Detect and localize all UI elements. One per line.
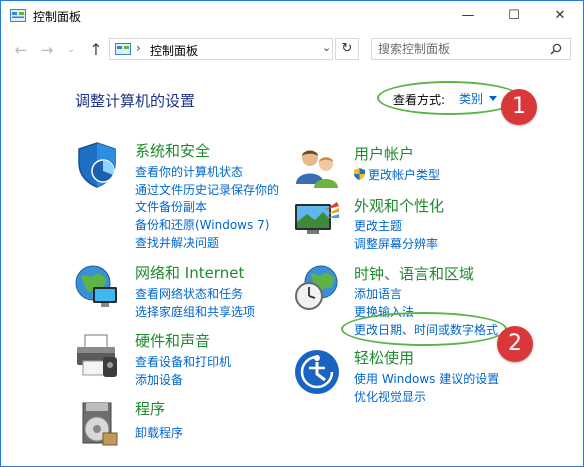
title-bar: 控制面板 — ☐ ✕ bbox=[1, 1, 583, 31]
control-panel-window: 控制面板 — ☐ ✕ ← → ⌄ ↑ › 控制面板 ⌄ ↻ 调整计算机的设置 查… bbox=[0, 0, 584, 467]
maximize-button[interactable]: ☐ bbox=[491, 1, 537, 31]
link-file-history-cont[interactable]: 文件备份副本 bbox=[135, 198, 207, 215]
ease-of-access-icon[interactable] bbox=[293, 348, 341, 396]
category-title-users[interactable]: 用户帐户 bbox=[354, 143, 414, 164]
breadcrumb-control-panel[interactable]: 控制面板 bbox=[150, 42, 198, 59]
security-shield-icon[interactable] bbox=[73, 141, 121, 189]
control-panel-icon bbox=[115, 43, 131, 55]
up-button[interactable]: ↑ bbox=[86, 40, 106, 60]
category-title-clock[interactable]: 时钟、语言和区域 bbox=[354, 263, 474, 284]
link-add-language[interactable]: 添加语言 bbox=[354, 285, 402, 302]
highlight-ellipse bbox=[377, 81, 521, 115]
search-input[interactable] bbox=[378, 41, 548, 57]
uac-shield-icon bbox=[354, 168, 365, 180]
link-change-theme[interactable]: 更改主题 bbox=[354, 217, 402, 234]
programs-disc-icon[interactable] bbox=[73, 399, 121, 447]
link-devices-printers[interactable]: 查看设备和打印机 bbox=[135, 353, 231, 370]
link-network-status[interactable]: 查看网络状态和任务 bbox=[135, 285, 243, 302]
window-title: 控制面板 bbox=[33, 10, 82, 24]
annotation-badge: 1 bbox=[501, 89, 537, 125]
page-title: 调整计算机的设置 bbox=[75, 92, 196, 110]
printer-icon[interactable] bbox=[73, 331, 121, 379]
link-homegroup[interactable]: 选择家庭组和共享选项 bbox=[135, 303, 255, 320]
link-uninstall-program[interactable]: 卸载程序 bbox=[135, 424, 183, 441]
link-file-history[interactable]: 通过文件历史记录保存你的 bbox=[135, 181, 279, 198]
highlight-ellipse bbox=[341, 312, 507, 346]
search-icon[interactable] bbox=[550, 43, 562, 55]
forward-button[interactable]: → bbox=[37, 40, 57, 60]
link-windows-recommended[interactable]: 使用 Windows 建议的设置 bbox=[354, 370, 499, 387]
clock-globe-icon[interactable] bbox=[293, 264, 341, 312]
control-panel-icon bbox=[10, 9, 26, 22]
category-title-network[interactable]: 网络和 Internet bbox=[135, 262, 244, 283]
link-optimize-display[interactable]: 优化视觉显示 bbox=[354, 388, 426, 405]
link-change-account-type[interactable]: 更改帐户类型 bbox=[354, 166, 440, 183]
category-title-security[interactable]: 系统和安全 bbox=[135, 140, 210, 161]
address-bar[interactable]: › 控制面板 ⌄ bbox=[109, 38, 333, 60]
breadcrumb-chevron[interactable]: › bbox=[136, 41, 141, 55]
category-title-ease-of-access[interactable]: 轻松使用 bbox=[354, 347, 414, 368]
minimize-button[interactable]: — bbox=[445, 1, 491, 31]
users-icon[interactable] bbox=[293, 144, 341, 192]
close-button[interactable]: ✕ bbox=[537, 1, 583, 31]
link-add-device[interactable]: 添加设备 bbox=[135, 371, 183, 388]
category-title-programs[interactable]: 程序 bbox=[135, 398, 165, 419]
back-button[interactable]: ← bbox=[11, 40, 31, 60]
link-screen-resolution[interactable]: 调整屏幕分辨率 bbox=[354, 235, 438, 252]
link-backup-restore[interactable]: 备份和还原(Windows 7) bbox=[135, 216, 269, 233]
address-dropdown-button[interactable]: ⌄ bbox=[322, 41, 331, 54]
link-change-account-type-label[interactable]: 更改帐户类型 bbox=[368, 168, 440, 182]
appearance-display-icon[interactable] bbox=[293, 196, 341, 244]
category-title-hardware[interactable]: 硬件和声音 bbox=[135, 330, 210, 351]
link-view-computer-status[interactable]: 查看你的计算机状态 bbox=[135, 163, 243, 180]
annotation-badge: 2 bbox=[497, 326, 533, 362]
category-title-appearance[interactable]: 外观和个性化 bbox=[354, 195, 444, 216]
network-globe-icon[interactable] bbox=[73, 263, 121, 311]
link-troubleshoot[interactable]: 查找并解决问题 bbox=[135, 234, 219, 251]
refresh-button[interactable]: ↻ bbox=[335, 38, 359, 60]
recent-locations-button[interactable]: ⌄ bbox=[61, 40, 81, 60]
search-box[interactable] bbox=[371, 38, 571, 60]
